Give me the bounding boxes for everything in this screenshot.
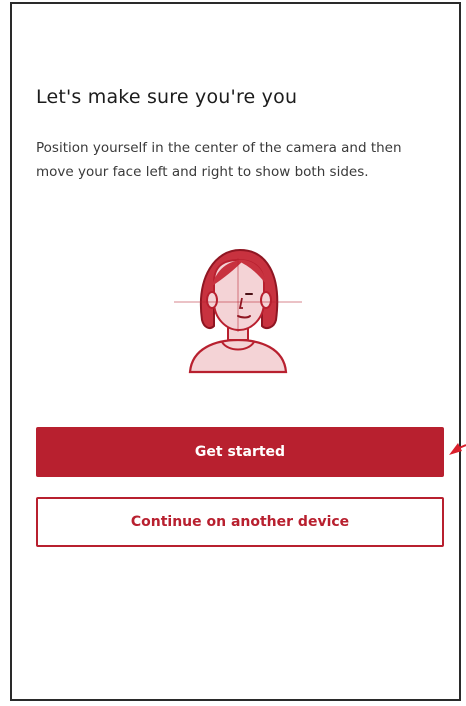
pointer-arrow-icon — [449, 443, 466, 455]
page-title: Let's make sure you're you — [36, 86, 298, 108]
face-scan-icon — [174, 248, 302, 374]
instruction-text: Position yourself in the center of the c… — [36, 140, 402, 180]
continue-on-another-device-button[interactable]: Continue on another device — [36, 497, 444, 547]
get-started-button[interactable]: Get started — [36, 427, 444, 477]
